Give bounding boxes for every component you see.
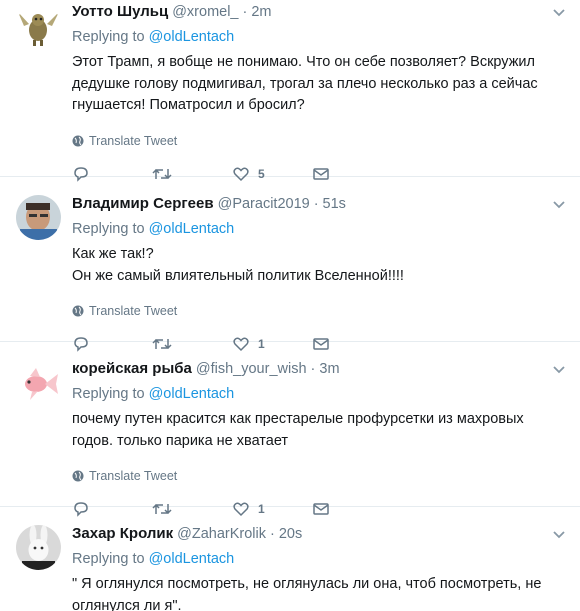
tweet-text: " Я оглянулся посмотреть, не оглянулась … — [72, 576, 542, 611]
display-name[interactable]: Уотто Шульц — [72, 2, 168, 22]
translate-tweet-link[interactable]: Translate Tweet — [72, 468, 580, 484]
replying-label: Replying to — [72, 551, 145, 567]
user-handle[interactable]: @Paracit2019 — [218, 194, 310, 214]
tweet-header: Захар Кролик @ZaharKrolik · 20s — [72, 507, 580, 544]
replying-handle-link[interactable]: @oldLentach — [149, 386, 235, 402]
user-handle[interactable]: @xromel_ — [172, 2, 238, 22]
tweet[interactable]: Владимир Сергеев @Paracit2019 · 51s Repl… — [0, 177, 580, 352]
display-name[interactable]: Владимир Сергеев — [72, 194, 214, 214]
tweet-text: почему путен красится как престарелые пр… — [72, 411, 524, 449]
reply-feed: Уотто Шульц @xromel_ · 2m Replying to @o… — [0, 0, 580, 611]
globe-icon — [72, 470, 84, 482]
replying-to: Replying to @oldLentach — [72, 549, 580, 569]
replying-handle-link[interactable]: @oldLentach — [149, 551, 235, 567]
replying-handle-link[interactable]: @oldLentach — [149, 29, 235, 45]
tweet-header: Владимир Сергеев @Paracit2019 · 51s — [72, 177, 580, 214]
avatar[interactable] — [16, 525, 61, 570]
user-handle[interactable]: @fish_your_wish — [196, 359, 307, 379]
tweet[interactable]: Захар Кролик @ZaharKrolik · 20s Replying… — [0, 507, 580, 611]
replying-to: Replying to @oldLentach — [72, 219, 580, 239]
replying-label: Replying to — [72, 386, 145, 402]
translate-label: Translate Tweet — [89, 469, 178, 483]
tweet[interactable]: корейская рыба @fish_your_wish · 3m Repl… — [0, 342, 580, 517]
tweet-header: Уотто Шульц @xromel_ · 2m — [72, 0, 580, 22]
chevron-down-icon[interactable] — [552, 198, 566, 212]
globe-icon — [72, 135, 84, 146]
separator-dot: · — [269, 526, 275, 542]
translate-tweet-link[interactable]: Translate Tweet — [72, 303, 580, 319]
separator-dot: · — [242, 4, 248, 20]
globe-icon — [72, 305, 84, 317]
display-name[interactable]: корейская рыба — [72, 359, 192, 379]
chevron-down-icon[interactable] — [552, 528, 566, 542]
display-name[interactable]: Захар Кролик — [72, 524, 173, 544]
replying-label: Replying to — [72, 221, 145, 237]
tweet-text: Этот Трамп, я вобще не понимаю. Что он с… — [72, 54, 538, 113]
replying-to: Replying to @oldLentach — [72, 384, 580, 404]
tweet-text: Как же так!? Он же самый влиятельный пол… — [72, 246, 404, 284]
replying-label: Replying to — [72, 29, 145, 45]
translate-label: Translate Tweet — [89, 304, 178, 318]
avatar[interactable] — [16, 4, 61, 49]
translate-tweet-link[interactable]: Translate Tweet — [72, 133, 580, 149]
avatar[interactable] — [16, 360, 61, 405]
separator-dot: · — [313, 196, 319, 212]
replying-handle-link[interactable]: @oldLentach — [149, 221, 235, 237]
tweet[interactable]: Уотто Шульц @xromel_ · 2m Replying to @o… — [0, 0, 580, 182]
avatar[interactable] — [16, 195, 61, 240]
timestamp[interactable]: 51s — [323, 194, 346, 214]
chevron-down-icon[interactable] — [552, 6, 566, 20]
replying-to: Replying to @oldLentach — [72, 27, 580, 47]
separator-dot: · — [310, 361, 316, 377]
timestamp[interactable]: 3m — [319, 359, 339, 379]
timestamp[interactable]: 20s — [279, 524, 302, 544]
timestamp[interactable]: 2m — [251, 2, 271, 22]
tweet-header: корейская рыба @fish_your_wish · 3m — [72, 342, 580, 379]
chevron-down-icon[interactable] — [552, 363, 566, 377]
translate-label: Translate Tweet — [89, 133, 178, 148]
user-handle[interactable]: @ZaharKrolik — [177, 524, 266, 544]
